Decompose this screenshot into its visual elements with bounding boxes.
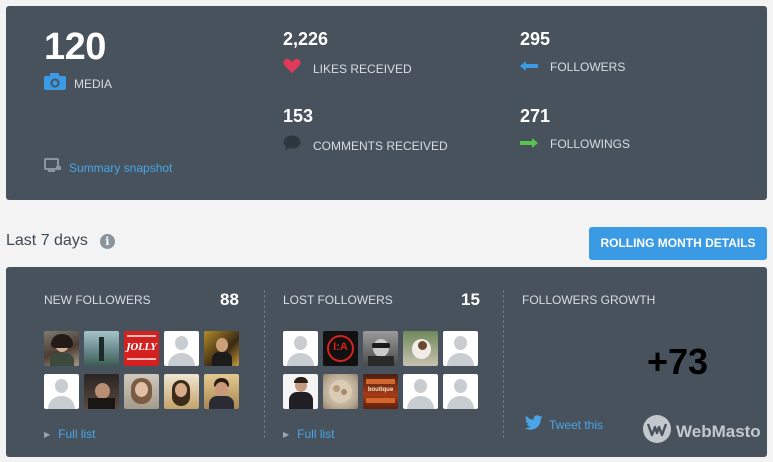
rolling-month-details-button[interactable]: ROLLING MONTH DETAILS	[589, 227, 767, 260]
followers-stat: 295 FOLLOWERS	[520, 30, 625, 76]
tweet-this[interactable]: Tweet this	[524, 415, 603, 435]
media-label: MEDIA	[74, 77, 113, 91]
likes-stat: 2,226 LIKES RECEIVED	[283, 30, 412, 79]
arrow-left-icon	[520, 58, 538, 76]
comments-stat: 153 COMMENTS RECEIVED	[283, 107, 448, 156]
likes-count: 2,226	[283, 29, 329, 49]
lost-followers-avatars: I:A boutique	[283, 331, 478, 409]
avatar[interactable]	[283, 331, 318, 366]
full-list-link[interactable]: Full list	[297, 427, 334, 441]
avatar[interactable]	[84, 374, 119, 409]
camera-icon	[44, 73, 66, 95]
avatar[interactable]: I:A	[323, 331, 358, 366]
watermark: WebMasto	[642, 414, 761, 449]
new-followers-full-list[interactable]: ▶ Full list	[44, 427, 96, 441]
avatar[interactable]	[84, 331, 119, 366]
avatar[interactable]: boutique	[363, 374, 398, 409]
avatar[interactable]	[403, 374, 438, 409]
column-divider	[264, 290, 265, 438]
avatar[interactable]	[44, 331, 79, 366]
likes-label: LIKES RECEIVED	[313, 61, 412, 76]
followers-growth-value: +73	[647, 341, 709, 382]
lost-followers-count: 15	[461, 290, 480, 309]
followers-label: FOLLOWERS	[550, 60, 626, 74]
avatar[interactable]	[403, 331, 438, 366]
followers-growth-title: FOLLOWERS GROWTH	[522, 293, 656, 307]
avatar[interactable]	[363, 331, 398, 366]
media-count: 120	[44, 26, 106, 68]
comments-label: COMMENTS RECEIVED	[313, 138, 448, 153]
full-list-link[interactable]: Full list	[58, 427, 95, 441]
monitor-icon	[44, 158, 61, 178]
webmasto-logo-icon	[642, 414, 672, 449]
avatar[interactable]: JOLLY	[124, 331, 159, 366]
column-divider	[503, 290, 504, 438]
avatar[interactable]	[443, 374, 478, 409]
period-header: Last 7 days i	[6, 232, 115, 250]
media-stat: 120 MEDIA	[44, 28, 112, 95]
lost-followers-title: LOST FOLLOWERS	[283, 293, 393, 307]
heart-icon	[283, 58, 301, 79]
avatar[interactable]	[323, 374, 358, 409]
avatar[interactable]	[164, 374, 199, 409]
avatar[interactable]	[164, 331, 199, 366]
summary-snapshot[interactable]: Summary snapshot	[44, 158, 172, 178]
period-title: Last 7 days	[6, 232, 88, 249]
lost-followers-full-list[interactable]: ▶ Full list	[283, 427, 335, 441]
avatar[interactable]	[44, 374, 79, 409]
speech-bubble-icon	[283, 135, 301, 156]
followings-stat: 271 FOLLOWINGS	[520, 107, 630, 153]
avatar[interactable]	[204, 331, 239, 366]
avatar[interactable]	[204, 374, 239, 409]
followings-label: FOLLOWINGS	[550, 137, 631, 151]
watermark-text: WebMasto	[676, 421, 761, 441]
new-followers-title: NEW FOLLOWERS	[44, 293, 151, 307]
summary-snapshot-link[interactable]: Summary snapshot	[69, 161, 172, 175]
avatar[interactable]	[443, 331, 478, 366]
summary-panel: 120 MEDIA 2,226 LIKES RECEIVED 153 COMME…	[6, 6, 767, 200]
followers-count: 295	[520, 29, 551, 49]
info-icon[interactable]: i	[99, 233, 115, 249]
triangle-right-icon: ▶	[44, 429, 51, 439]
twitter-bird-icon	[524, 415, 543, 435]
new-followers-avatars: JOLLY	[44, 331, 239, 409]
triangle-right-icon: ▶	[283, 429, 290, 439]
comments-count: 153	[283, 106, 314, 126]
avatar[interactable]	[283, 374, 318, 409]
followings-count: 271	[520, 106, 551, 126]
avatar[interactable]	[124, 374, 159, 409]
new-followers-count: 88	[220, 290, 239, 309]
arrow-right-icon	[520, 135, 538, 153]
tweet-this-link[interactable]: Tweet this	[549, 418, 603, 432]
